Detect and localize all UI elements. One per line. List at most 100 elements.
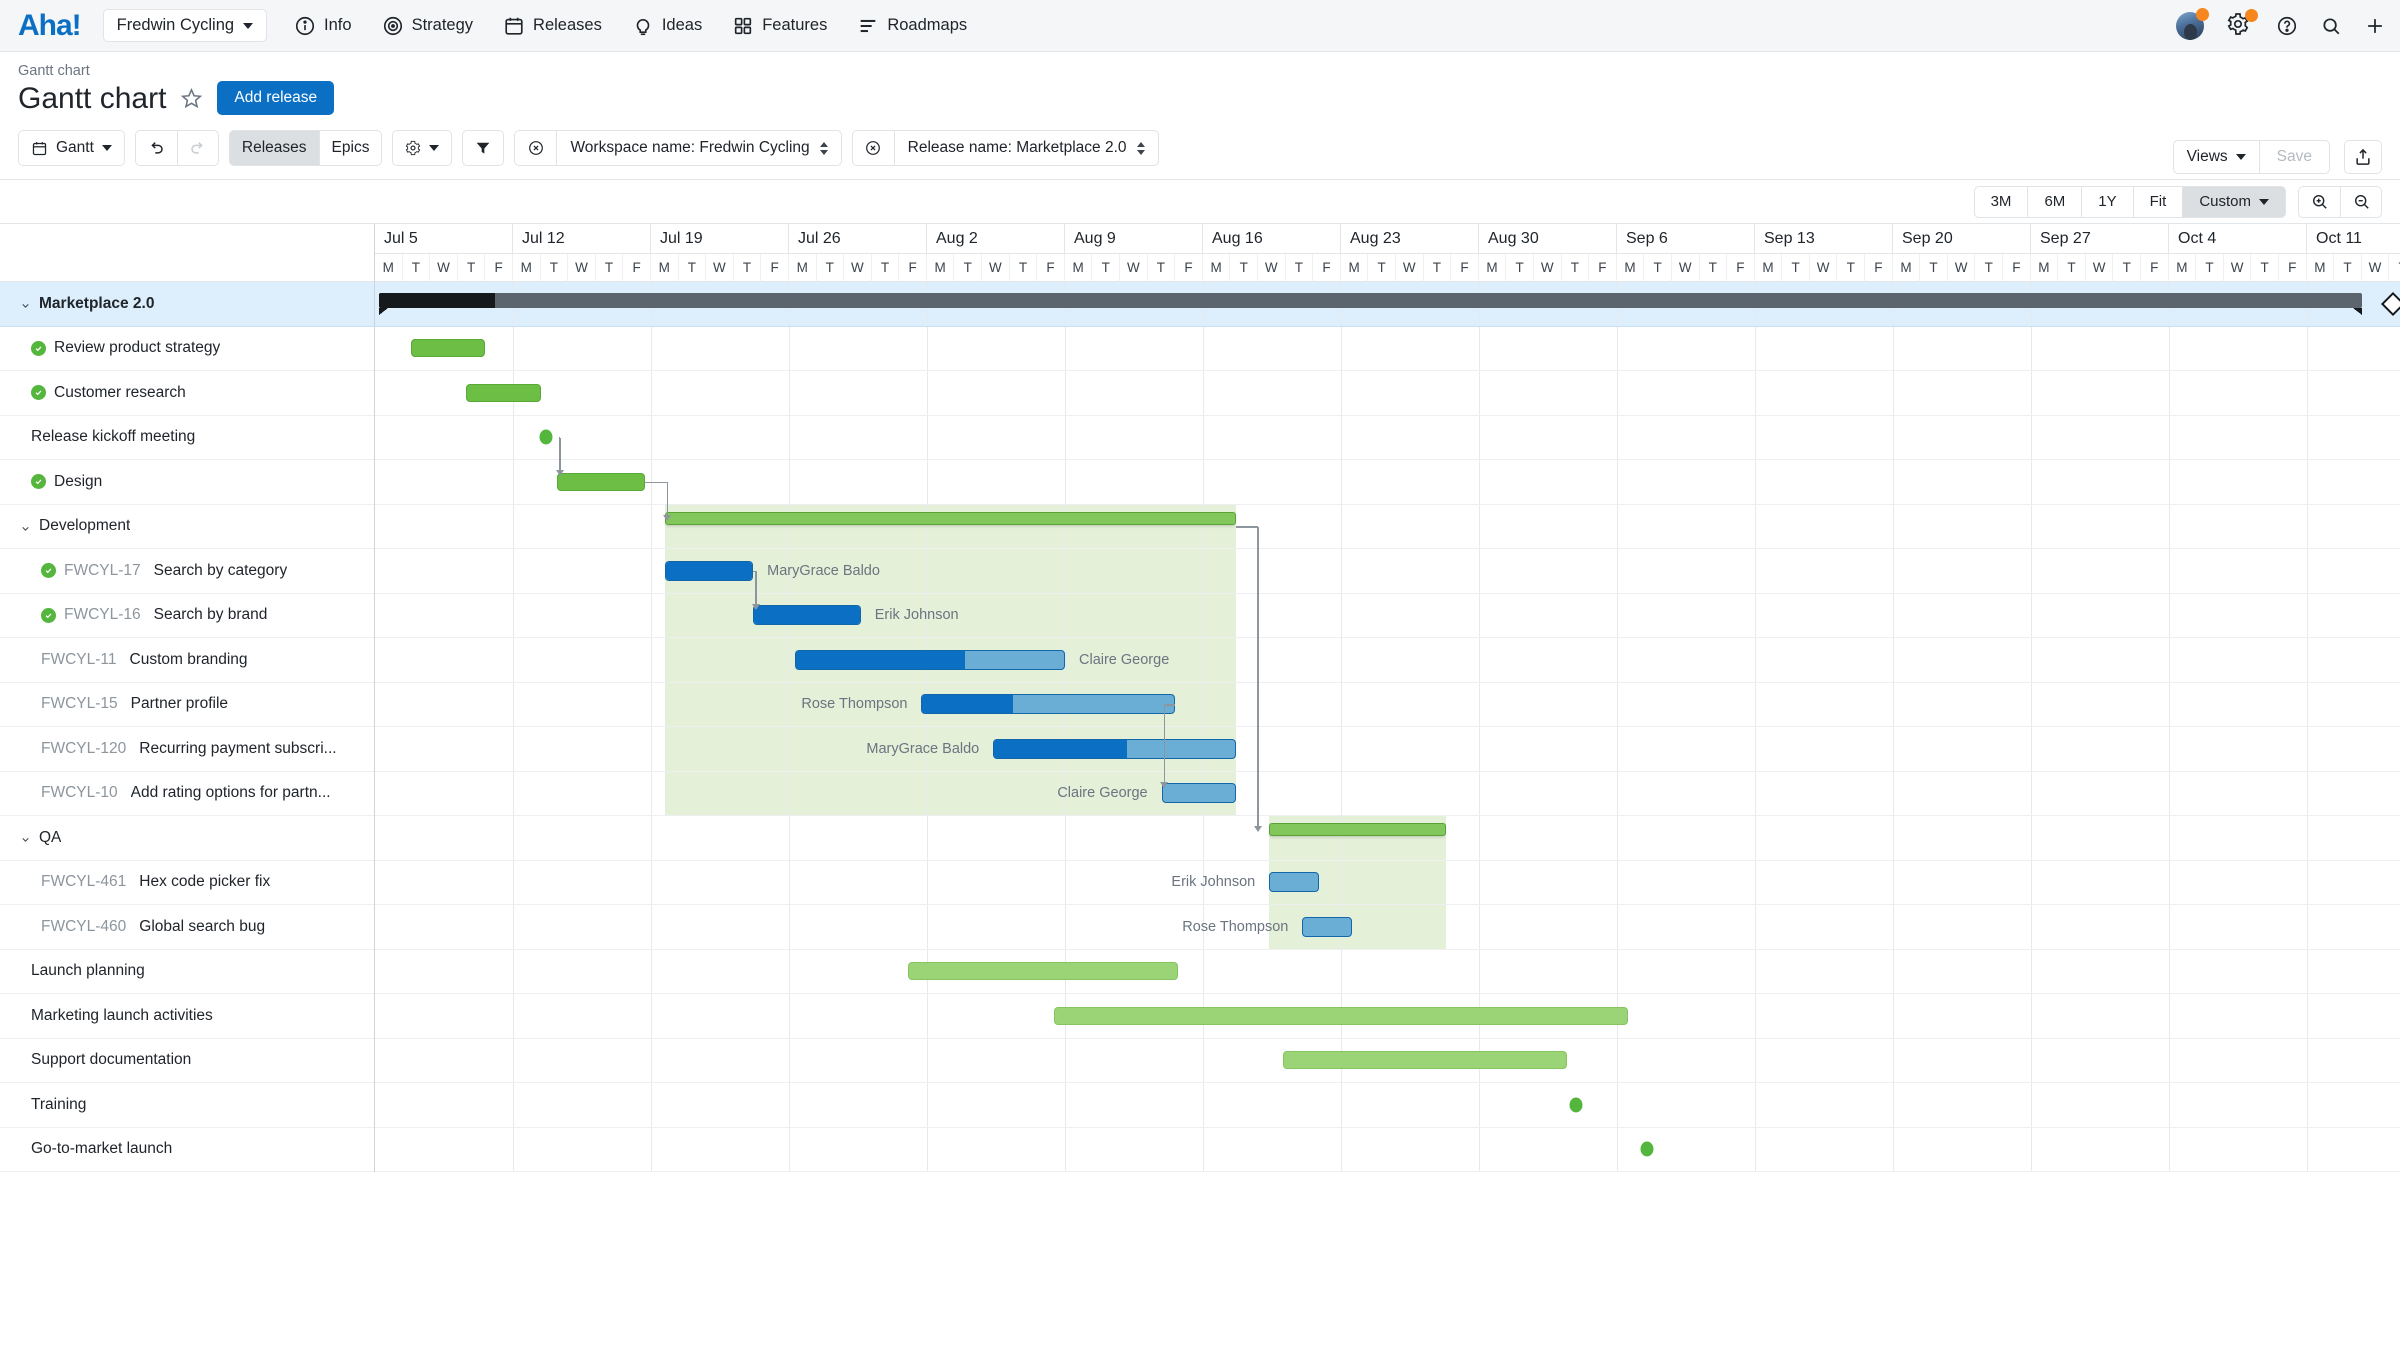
nav-item-features[interactable]: Features [717, 9, 842, 42]
gantt-timeline-row[interactable] [375, 994, 2400, 1039]
gantt-timeline-row[interactable]: MaryGrace Baldo [375, 727, 2400, 772]
favorite-star-icon[interactable] [180, 87, 203, 110]
gantt-row[interactable]: FWCYL-17Search by category [0, 549, 374, 594]
gantt-timeline-row[interactable] [375, 460, 2400, 505]
aha-logo[interactable]: Aha! [18, 11, 81, 41]
activity-bar[interactable] [1283, 1051, 1567, 1069]
milestone-marker[interactable] [1641, 1142, 1654, 1157]
gantt-row[interactable]: Release kickoff meeting [0, 416, 374, 461]
gantt-row[interactable]: Go-to-market launch [0, 1128, 374, 1173]
gantt-timeline-row[interactable]: Claire George [375, 638, 2400, 683]
gantt-timeline-row[interactable]: Rose Thompson [375, 905, 2400, 950]
gantt-timeline-row[interactable] [375, 371, 2400, 416]
activity-bar[interactable] [557, 473, 645, 491]
feature-bar[interactable] [795, 650, 1065, 670]
add-release-button[interactable]: Add release [217, 81, 334, 115]
tab-epics[interactable]: Epics [319, 130, 383, 166]
epic-bar[interactable] [1269, 823, 1446, 836]
gantt-row[interactable]: Training [0, 1083, 374, 1128]
feature-bar[interactable] [665, 561, 753, 581]
feature-bar[interactable] [753, 605, 861, 625]
gantt-timeline-row[interactable] [375, 505, 2400, 550]
release-milestone-diamond[interactable] [2381, 292, 2400, 316]
remove-filter-button[interactable] [514, 130, 556, 166]
gantt-row[interactable]: Customer research [0, 371, 374, 416]
gantt-timeline-row[interactable]: Erik Johnson [375, 594, 2400, 639]
redo-button[interactable] [177, 130, 219, 166]
nav-item-info[interactable]: Info [279, 9, 367, 42]
chevron-down-icon[interactable] [20, 298, 31, 309]
help-button[interactable] [2276, 15, 2298, 37]
settings-button[interactable] [2226, 12, 2254, 40]
gantt-timeline-row[interactable] [375, 416, 2400, 461]
gantt-timeline-row[interactable] [375, 282, 2400, 327]
filter-button[interactable] [462, 130, 504, 166]
save-button[interactable]: Save [2259, 140, 2330, 174]
gantt-row[interactable]: Marketing launch activities [0, 994, 374, 1039]
gantt-timeline-row[interactable]: Erik Johnson [375, 861, 2400, 906]
activity-bar[interactable] [908, 962, 1178, 980]
feature-bar[interactable] [993, 739, 1236, 759]
gantt-row[interactable]: FWCYL-15Partner profile [0, 683, 374, 728]
chart-settings-button[interactable] [392, 130, 452, 166]
share-button[interactable] [2344, 140, 2382, 174]
gantt-row[interactable]: Support documentation [0, 1039, 374, 1084]
nav-item-strategy[interactable]: Strategy [367, 9, 488, 42]
zoom-level-fit[interactable]: Fit [2133, 186, 2183, 218]
gantt-row[interactable]: Launch planning [0, 950, 374, 995]
gantt-row[interactable]: FWCYL-461Hex code picker fix [0, 861, 374, 906]
workspace-selector[interactable]: Fredwin Cycling [103, 9, 267, 42]
gantt-timeline-row[interactable] [375, 1039, 2400, 1084]
add-button[interactable] [2364, 15, 2386, 37]
gantt-timeline-row[interactable]: Claire George [375, 772, 2400, 817]
epic-bar[interactable] [665, 512, 1236, 525]
zoom-level-3m[interactable]: 3M [1974, 186, 2028, 218]
nav-item-ideas[interactable]: Ideas [617, 9, 717, 42]
zoom-in-button[interactable] [2298, 186, 2340, 218]
gantt-row[interactable]: FWCYL-11Custom branding [0, 638, 374, 683]
release-row[interactable]: Marketplace 2.0 [0, 282, 374, 327]
feature-bar[interactable] [1269, 872, 1319, 892]
milestone-marker[interactable] [540, 430, 553, 445]
gantt-timeline-row[interactable] [375, 1128, 2400, 1173]
gantt-row[interactable]: FWCYL-16Search by brand [0, 594, 374, 639]
gantt-row[interactable]: Design [0, 460, 374, 505]
gantt-timeline-row[interactable] [375, 816, 2400, 861]
gantt-row[interactable]: FWCYL-10Add rating options for partn... [0, 772, 374, 817]
feature-bar[interactable] [1162, 783, 1237, 803]
gantt-timeline-row[interactable] [375, 950, 2400, 995]
gantt-timeline-row[interactable] [375, 1083, 2400, 1128]
filter-release-value[interactable]: Release name: Marketplace 2.0 [894, 130, 1159, 166]
activity-bar[interactable] [411, 339, 486, 357]
nav-item-releases[interactable]: Releases [488, 9, 617, 42]
undo-button[interactable] [135, 130, 177, 166]
search-button[interactable] [2320, 15, 2342, 37]
milestone-marker[interactable] [1569, 1097, 1582, 1112]
gantt-row[interactable]: FWCYL-120Recurring payment subscri... [0, 727, 374, 772]
nav-item-roadmaps[interactable]: Roadmaps [842, 9, 982, 42]
feature-bar[interactable] [1302, 917, 1352, 937]
zoom-out-button[interactable] [2340, 186, 2382, 218]
gantt-row[interactable]: Review product strategy [0, 327, 374, 372]
tab-releases[interactable]: Releases [229, 130, 319, 166]
remove-filter-button[interactable] [852, 130, 894, 166]
chevron-down-icon[interactable] [20, 521, 31, 532]
activity-bar[interactable] [1054, 1007, 1628, 1025]
gantt-timeline-row[interactable]: MaryGrace Baldo [375, 549, 2400, 594]
epic-row[interactable]: Development [0, 505, 374, 550]
release-bar[interactable] [379, 293, 2362, 308]
zoom-level-custom[interactable]: Custom [2182, 186, 2286, 218]
chevron-down-icon[interactable] [20, 832, 31, 843]
avatar[interactable] [2176, 12, 2204, 40]
view-type-selector[interactable]: Gantt [18, 130, 125, 166]
feature-bar[interactable] [921, 694, 1175, 714]
activity-bar[interactable] [466, 384, 541, 402]
zoom-level-1y[interactable]: 1Y [2081, 186, 2132, 218]
zoom-level-6m[interactable]: 6M [2027, 186, 2081, 218]
views-button[interactable]: Views [2173, 140, 2259, 174]
gantt-row[interactable]: FWCYL-460Global search bug [0, 905, 374, 950]
filter-workspace-value[interactable]: Workspace name: Fredwin Cycling [556, 130, 841, 166]
gantt-timeline-row[interactable] [375, 327, 2400, 372]
gantt-timeline-row[interactable]: Rose Thompson [375, 683, 2400, 728]
epic-row[interactable]: QA [0, 816, 374, 861]
